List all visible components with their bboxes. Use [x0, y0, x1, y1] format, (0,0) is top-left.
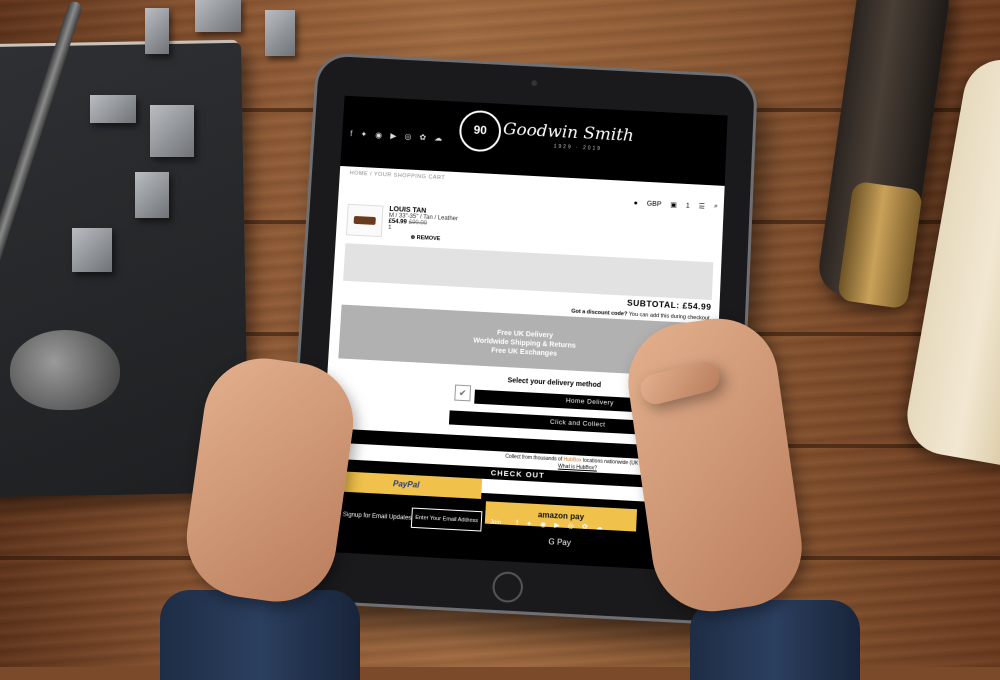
- product-thumbnail[interactable]: [345, 203, 384, 238]
- letterpress-block: [265, 10, 295, 56]
- cart-count: 1: [685, 202, 690, 210]
- search-icon[interactable]: ⌕: [714, 203, 718, 211]
- user-icon[interactable]: ●: [633, 199, 638, 206]
- subtotal: SUBTOTAL: £54.99: [626, 297, 712, 312]
- hubbox-brand: HubBox: [563, 456, 582, 464]
- letterpress-block: [150, 105, 194, 157]
- letterpress-block: [195, 0, 241, 32]
- breadcrumb[interactable]: HOME / YOUR SHOPPING CART: [350, 170, 446, 181]
- letterpress-block: [72, 228, 112, 272]
- join-button[interactable]: Join: [490, 520, 501, 527]
- letterpress-block: [145, 8, 169, 54]
- camera-dot: [531, 80, 538, 87]
- delivery-method-title: Select your delivery method: [507, 377, 602, 390]
- home-button[interactable]: [491, 570, 524, 604]
- letterpress-block: [90, 95, 136, 123]
- bag-icon[interactable]: ▣: [670, 201, 677, 209]
- original-price: £90.00: [408, 219, 428, 227]
- letterpress-block: [135, 172, 169, 218]
- utility-bar: ● GBP ▣ 1 ☰ ⌕: [633, 199, 717, 211]
- anniversary-badge: 90: [458, 109, 503, 153]
- currency-selector[interactable]: GBP: [647, 200, 662, 208]
- site-logo[interactable]: 90 Goodwin Smith 1929 · 2019: [457, 108, 658, 177]
- menu-icon[interactable]: ☰: [699, 202, 706, 210]
- checkmark-icon: ✔: [454, 384, 472, 402]
- remove-button[interactable]: ⊗ REMOVE: [410, 235, 440, 242]
- right-sleeve: [690, 600, 860, 680]
- silver-teapot: [10, 330, 120, 410]
- logo-wordmark: Goodwin Smith: [502, 119, 635, 146]
- social-links[interactable]: f ✦ ◉ ▶ ◎ ✿ ☁: [350, 129, 445, 143]
- email-input[interactable]: Enter Your Email Address: [410, 507, 483, 532]
- logo-years: 1929 · 2019: [553, 143, 603, 153]
